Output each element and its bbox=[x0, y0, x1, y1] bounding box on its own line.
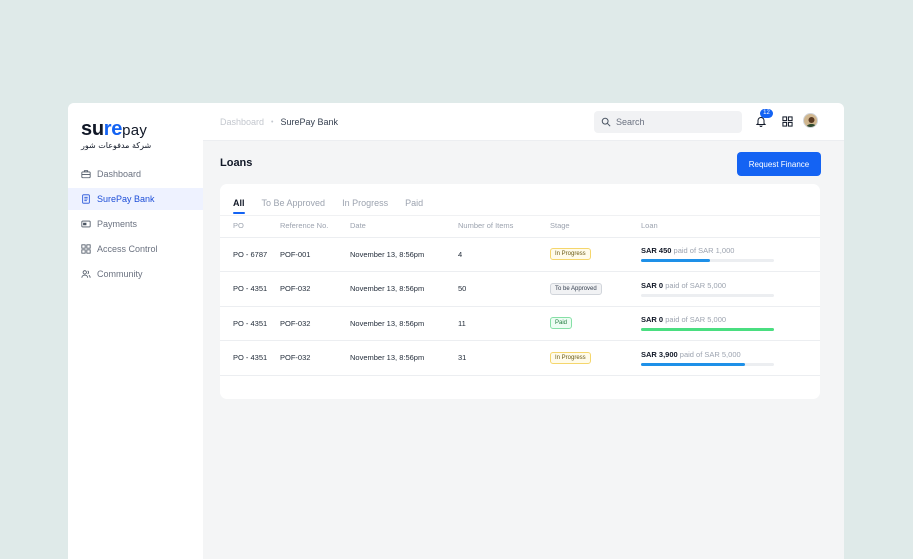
cell-items: 31 bbox=[458, 340, 550, 376]
sidebar-item-dashboard[interactable]: Dashboard bbox=[68, 163, 203, 185]
loan-tabs: All To Be Approved In Progress Paid bbox=[233, 198, 440, 214]
breadcrumb-dashboard-link[interactable]: Dashboard bbox=[220, 117, 264, 127]
loan-amount: SAR 0 bbox=[641, 280, 664, 290]
loan-progress-fill bbox=[641, 259, 711, 263]
breadcrumb: Dashboard • SurePay Bank bbox=[220, 117, 338, 127]
search-input[interactable] bbox=[616, 117, 726, 127]
search-icon bbox=[601, 117, 611, 127]
tab-to-be-approved[interactable]: To Be Approved bbox=[262, 198, 326, 211]
sidebar: surepay شركة مدفوعات شور Dashboard SureP… bbox=[68, 103, 203, 559]
status-badge: To be Approved bbox=[550, 282, 602, 295]
cell-loan: SAR 450 paid of SAR 1,000 bbox=[641, 237, 820, 272]
tab-paid[interactable]: Paid bbox=[405, 198, 423, 211]
sidebar-item-label: SurePay Bank bbox=[97, 194, 155, 204]
cell-items: 4 bbox=[458, 237, 550, 272]
loan-text: SAR 3,900 paid of SAR 5,000 bbox=[641, 350, 820, 359]
loan-amount: SAR 450 bbox=[641, 246, 672, 256]
cell-date: November 13, 8:56pm bbox=[350, 237, 458, 272]
cell-stage: Paid bbox=[550, 306, 641, 341]
sidebar-item-community[interactable]: Community bbox=[68, 263, 203, 285]
users-icon bbox=[81, 269, 91, 279]
header-date: Date bbox=[350, 215, 458, 238]
loan-progress-bar bbox=[641, 362, 774, 366]
table-row[interactable]: PO - 4351 POF-032 November 13, 8:56pm 50… bbox=[220, 271, 820, 307]
cell-items: 11 bbox=[458, 306, 550, 341]
header-reference: Reference No. bbox=[280, 215, 350, 238]
cell-date: November 13, 8:56pm bbox=[350, 306, 458, 341]
sidebar-item-access-control[interactable]: Access Control bbox=[68, 238, 203, 260]
cell-items: 50 bbox=[458, 271, 550, 307]
table-row[interactable]: PO - 6787 POF-001 November 13, 8:56pm 4 … bbox=[220, 237, 820, 272]
loan-total: paid of SAR 5,000 bbox=[679, 349, 741, 359]
cell-reference: POF-032 bbox=[280, 271, 350, 307]
loan-text: SAR 0 paid of SAR 5,000 bbox=[641, 315, 820, 324]
sidebar-item-label: Community bbox=[97, 269, 143, 279]
header-po: PO bbox=[220, 215, 280, 238]
table-header-row: PO Reference No. Date Number of Items St… bbox=[220, 215, 820, 238]
status-badge: Paid bbox=[550, 317, 573, 330]
cell-stage: In Progress bbox=[550, 340, 641, 376]
apps-grid-icon[interactable] bbox=[782, 116, 793, 127]
cell-date: November 13, 8:56pm bbox=[350, 271, 458, 307]
table-row[interactable]: PO - 4351 POF-032 November 13, 8:56pm 11… bbox=[220, 306, 820, 341]
loans-card: All To Be Approved In Progress Paid PO R… bbox=[220, 184, 820, 399]
cell-reference: POF-032 bbox=[280, 306, 350, 341]
cell-reference: POF-001 bbox=[280, 237, 350, 272]
status-badge: In Progress bbox=[550, 351, 591, 364]
surepay-logo: surepay شركة مدفوعات شور bbox=[81, 118, 152, 151]
cell-po: PO - 4351 bbox=[220, 271, 280, 307]
card-icon bbox=[81, 219, 91, 229]
cell-loan: SAR 0 paid of SAR 5,000 bbox=[641, 271, 820, 307]
loan-amount: SAR 3,900 bbox=[641, 349, 678, 359]
loan-text: SAR 450 paid of SAR 1,000 bbox=[641, 246, 820, 255]
loan-progress-bar bbox=[641, 328, 774, 332]
sidebar-item-payments[interactable]: Payments bbox=[68, 213, 203, 235]
status-badge: In Progress bbox=[550, 248, 591, 261]
request-finance-button[interactable]: Request Finance bbox=[737, 152, 821, 176]
logo-arabic-subtitle: شركة مدفوعات شور bbox=[81, 141, 152, 150]
cell-stage: To be Approved bbox=[550, 271, 641, 307]
breadcrumb-separator: • bbox=[271, 118, 274, 126]
sidebar-nav: Dashboard SurePay Bank Payments Access C… bbox=[68, 163, 203, 288]
loan-progress-bar bbox=[641, 259, 774, 263]
page-title: Loans bbox=[220, 157, 253, 169]
loan-progress-bar bbox=[641, 293, 774, 297]
tab-in-progress[interactable]: In Progress bbox=[342, 198, 388, 211]
loan-amount: SAR 0 bbox=[641, 315, 664, 325]
cell-reference: POF-032 bbox=[280, 340, 350, 376]
app-window: surepay شركة مدفوعات شور Dashboard SureP… bbox=[68, 103, 844, 559]
header-number-of-items: Number of Items bbox=[458, 215, 550, 238]
header-loan: Loan bbox=[641, 215, 820, 238]
document-icon bbox=[81, 194, 91, 204]
loan-progress-fill bbox=[641, 362, 745, 366]
cell-loan: SAR 3,900 paid of SAR 5,000 bbox=[641, 340, 820, 376]
loan-total: paid of SAR 5,000 bbox=[665, 315, 727, 325]
top-bar: Dashboard • SurePay Bank 12 bbox=[203, 103, 844, 141]
loan-total: paid of SAR 1,000 bbox=[673, 246, 735, 256]
breadcrumb-current: SurePay Bank bbox=[280, 117, 339, 127]
loans-table: PO Reference No. Date Number of Items St… bbox=[220, 215, 820, 376]
cell-po: PO - 4351 bbox=[220, 306, 280, 341]
cell-date: November 13, 8:56pm bbox=[350, 340, 458, 376]
cell-po: PO - 4351 bbox=[220, 340, 280, 376]
tab-all[interactable]: All bbox=[233, 198, 245, 214]
cell-loan: SAR 0 paid of SAR 5,000 bbox=[641, 306, 820, 341]
loan-text: SAR 0 paid of SAR 5,000 bbox=[641, 281, 820, 290]
briefcase-icon bbox=[81, 169, 91, 179]
cell-stage: In Progress bbox=[550, 237, 641, 272]
sidebar-item-label: Dashboard bbox=[97, 169, 142, 179]
grid-icon bbox=[81, 244, 91, 254]
header-stage: Stage bbox=[550, 215, 641, 238]
loan-total: paid of SAR 5,000 bbox=[665, 280, 727, 290]
search-box[interactable] bbox=[594, 111, 742, 133]
avatar[interactable] bbox=[803, 113, 818, 128]
table-row[interactable]: PO - 4351 POF-032 November 13, 8:56pm 31… bbox=[220, 340, 820, 376]
sidebar-item-label: Access Control bbox=[97, 244, 158, 254]
logo-wordmark: surepay bbox=[81, 118, 148, 140]
sidebar-item-surepay-bank[interactable]: SurePay Bank bbox=[68, 188, 203, 210]
sidebar-item-label: Payments bbox=[97, 219, 138, 229]
notification-badge: 12 bbox=[760, 109, 773, 118]
loan-progress-fill bbox=[641, 328, 774, 332]
cell-po: PO - 6787 bbox=[220, 237, 280, 272]
